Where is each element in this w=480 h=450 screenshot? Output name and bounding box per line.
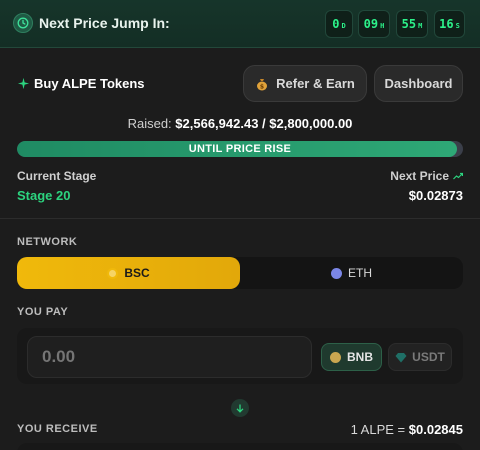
price-jump-countdown-bar: Next Price Jump In: 0D 09 H 55 M 16 S [0,0,480,48]
receive-panel [17,443,463,450]
countdown-minutes: 55 M [396,10,428,38]
svg-text:$: $ [260,83,264,90]
raised-prefix: Raised: [127,116,172,131]
money-bag-icon: $ [257,78,268,90]
sparkle-icon [17,77,30,90]
bsc-coin-icon [107,267,119,279]
refer-earn-label: Refer & Earn [276,76,355,91]
countdown-hours-value: 09 [363,17,379,31]
countdown-minutes-unit: M [418,22,423,30]
network-selector: BSC ETH [17,257,463,289]
countdown-minutes-value: 55 [401,17,417,31]
rate-value: $0.02845 [408,422,463,437]
countdown-hours-unit: H [380,22,385,30]
exchange-rate: 1 ALPE = $0.02845 [351,422,463,437]
countdown-hours: 09 H [358,10,390,38]
next-price-label: Next Price [390,169,449,183]
bnb-coin-icon [330,351,341,363]
current-stage-label: Current Stage [17,169,97,183]
network-option-bsc-label: BSC [124,266,150,280]
trend-up-icon [453,172,463,180]
usdt-diamond-icon [395,352,407,362]
countdown-title: Next Price Jump In: [39,15,170,31]
token-option-usdt-label: USDT [412,350,445,364]
token-option-usdt[interactable]: USDT [388,343,452,371]
dashboard-button[interactable]: Dashboard [374,65,463,102]
eth-coin-icon [331,267,342,279]
countdown-days: 0D [325,10,353,38]
countdown-days-value: 0 [332,17,340,31]
countdown-days-unit: D [341,22,346,30]
next-price-value: $0.02873 [408,188,463,203]
network-option-eth-label: ETH [348,266,372,280]
refer-earn-button[interactable]: $ Refer & Earn [243,65,367,102]
swap-direction-button[interactable] [231,399,249,417]
network-option-bsc[interactable]: BSC [17,257,240,289]
network-option-eth[interactable]: ETH [240,257,463,289]
rate-prefix: 1 ALPE = [350,422,406,437]
raised-amount: Raised: $2,566,942.43 / $2,800,000.00 [0,116,480,131]
buy-tokens-title: Buy ALPE Tokens [34,76,145,91]
countdown-seconds-value: 16 [439,17,454,31]
progress-label: UNTIL PRICE RISE [188,143,292,155]
arrow-down-icon [236,404,244,413]
section-divider [0,218,480,219]
pay-amount-input[interactable] [27,336,312,378]
buy-tokens-heading: Buy ALPE Tokens [17,76,145,91]
next-price-heading: Next Price [390,169,463,183]
clock-icon [13,13,33,33]
countdown-seconds-unit: S [455,22,460,30]
sale-progress-bar: UNTIL PRICE RISE [17,141,463,157]
countdown-seconds: 16 S [434,10,465,38]
dashboard-label: Dashboard [384,76,453,91]
pay-panel: BNB USDT [17,328,463,384]
token-option-bnb[interactable]: BNB [321,343,382,371]
network-label: NETWORK [17,236,78,248]
token-option-bnb-label: BNB [347,350,373,364]
you-pay-label: YOU PAY [17,306,69,318]
current-stage-value: Stage 20 [17,188,71,203]
raised-value: $2,566,942.43 / $2,800,000.00 [175,116,353,131]
you-receive-label: YOU RECEIVE [17,423,98,435]
